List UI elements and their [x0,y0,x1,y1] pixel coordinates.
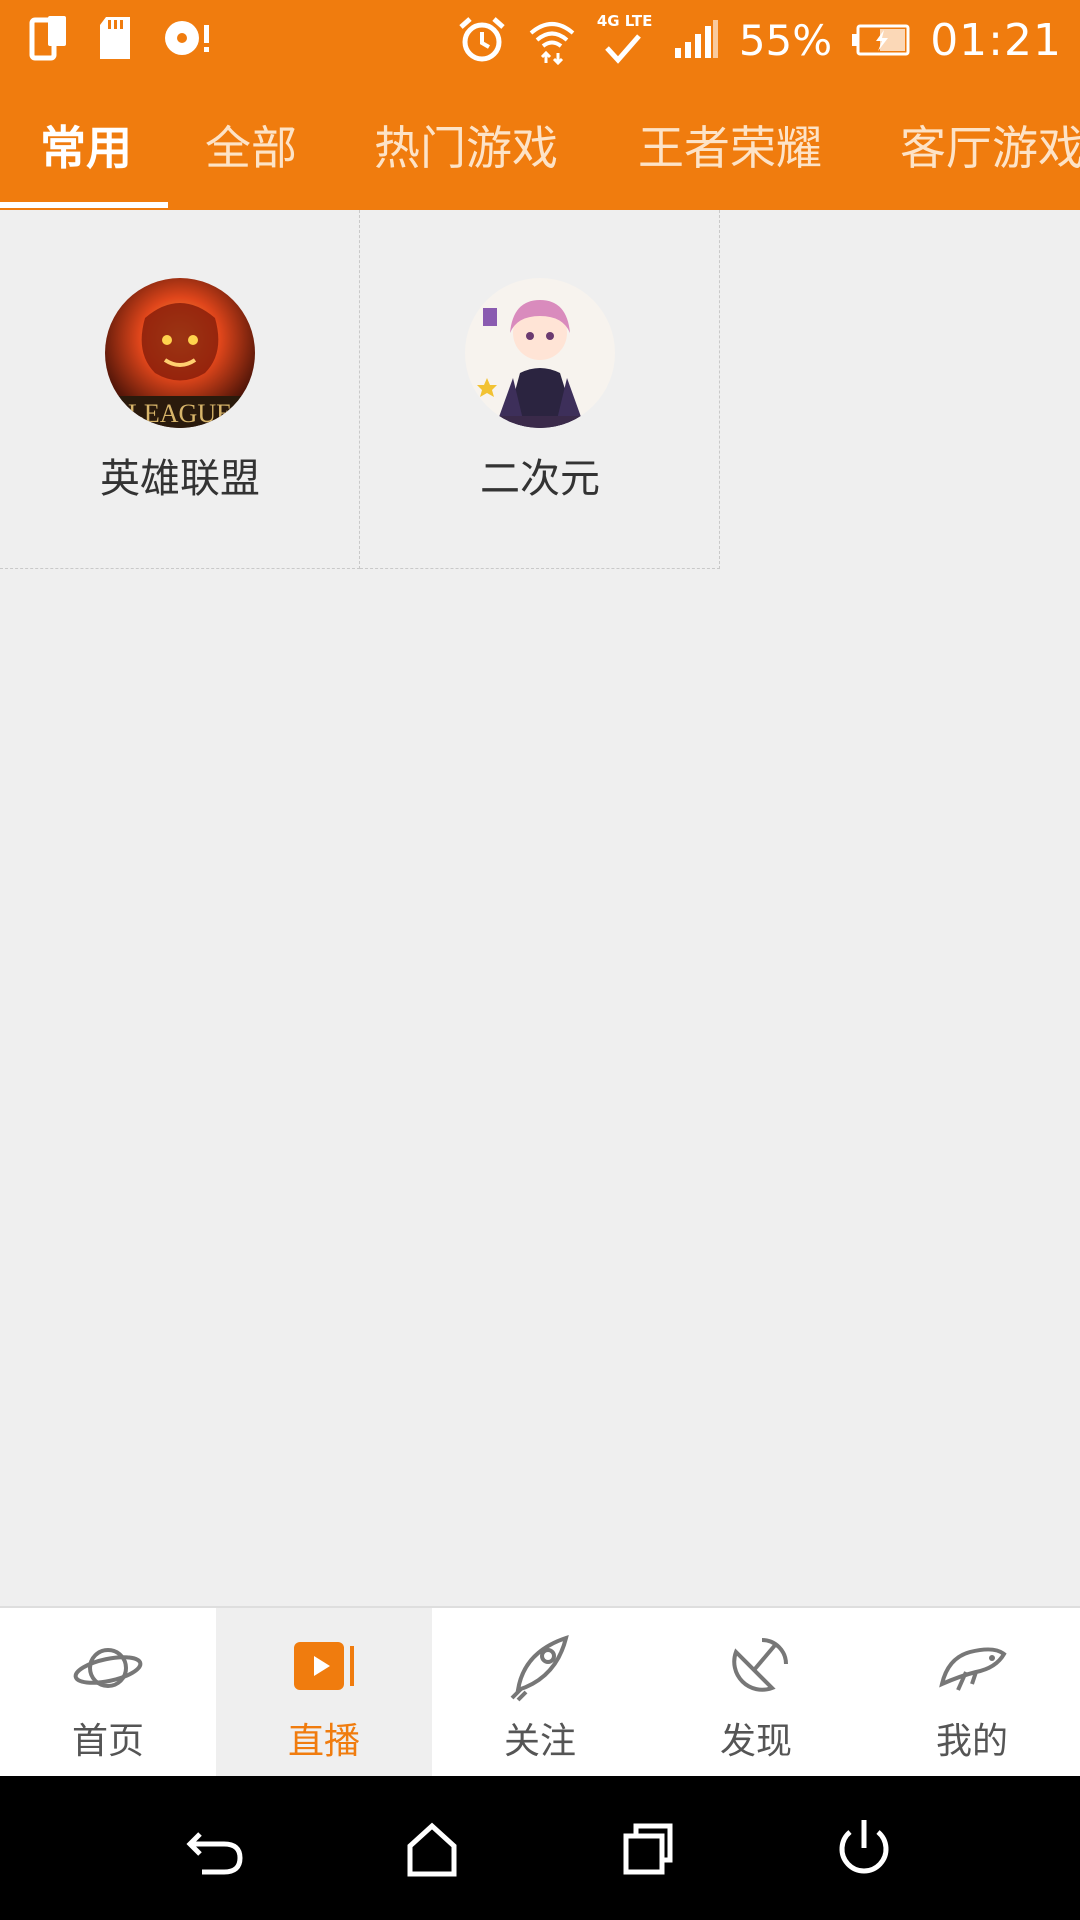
nav-mine-label: 我的 [935,1721,1008,1762]
nav-discover[interactable]: 发现 [648,1608,864,1776]
sd-card-icon [100,17,130,59]
phone-screen-icon [29,16,66,61]
tab-hot-games[interactable]: 热门游戏 [374,112,558,178]
planet-icon [73,1648,143,1688]
category-label: 二次元 [480,456,600,502]
back-icon[interactable] [180,1812,252,1884]
league-of-legends-avatar: LEAGUE [105,278,255,428]
nav-home[interactable]: 首页 [0,1608,216,1776]
tab-indicator [0,202,168,208]
league-badge-text: LEAGUE [128,399,232,428]
network-indicator: 4G LTE [597,12,653,68]
tab-honor-of-kings[interactable]: 王者荣耀 [638,112,822,178]
network-label: 4G LTE [596,12,653,30]
nav-follow[interactable]: 关注 [432,1608,648,1776]
nav-discover-label: 发现 [719,1721,792,1762]
battery-charging-icon [852,24,910,56]
nav-home-label: 首页 [71,1721,144,1762]
category-card-anime[interactable]: 二次元 [360,210,720,569]
clock: 01:21 [930,14,1062,66]
category-tabs: 常用 全部 热门游戏 王者荣耀 客厅游戏 [0,80,1080,210]
wifi-icon [529,22,575,65]
power-icon[interactable] [828,1812,900,1884]
bottom-nav: 首页 直播 关注 发现 我的 [0,1606,1080,1776]
tab-living-room-games[interactable]: 客厅游戏 [900,112,1080,178]
check-icon [604,34,641,64]
recents-icon[interactable] [612,1812,684,1884]
nav-mine[interactable]: 我的 [864,1608,1080,1776]
battery-percent: 55% [738,15,833,65]
signal-icon [674,20,718,58]
nav-live[interactable]: 直播 [216,1608,432,1776]
category-card-lol[interactable]: LEAGUE 英雄联盟 [0,210,360,569]
nav-live-label: 直播 [287,1721,360,1762]
anime-girl-avatar [465,278,615,428]
home-icon[interactable] [396,1812,468,1884]
category-label: 英雄联盟 [100,456,260,502]
disc-alert-icon [165,21,209,55]
fish-icon [939,1647,1007,1691]
status-bar: 4G LTE 55% 01:21 [0,0,1080,80]
live-play-icon [294,1642,354,1690]
tab-common[interactable]: 常用 [40,112,132,178]
system-nav-bar [0,1776,1080,1920]
alarm-icon [459,17,505,62]
tab-all[interactable]: 全部 [205,112,297,178]
rocket-icon [510,1634,569,1702]
satellite-dish-icon [732,1638,788,1692]
nav-follow-label: 关注 [503,1721,576,1762]
